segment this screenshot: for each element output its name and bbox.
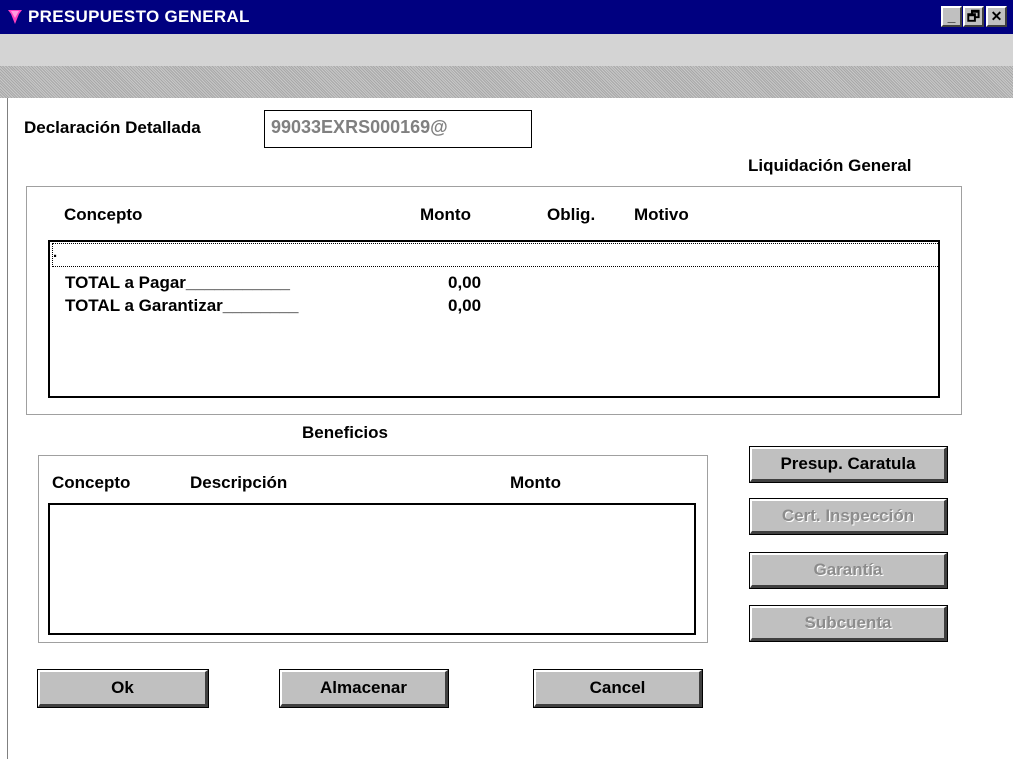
garantia-button[interactable]: Garantía (749, 552, 948, 589)
app-icon (8, 10, 22, 24)
window-title: PRESUPUESTO GENERAL (28, 7, 250, 26)
list-item-dot: . (53, 244, 58, 261)
declaracion-label: Declaración Detallada (24, 118, 201, 137)
beneficios-list[interactable] (48, 503, 696, 635)
cancel-button[interactable]: Cancel (533, 669, 703, 708)
subcuenta-button[interactable]: Subcuenta (749, 605, 948, 642)
ben-header-concepto: Concepto (52, 473, 131, 492)
close-button[interactable]: ✕ (986, 6, 1007, 27)
ben-header-monto: Monto (510, 473, 561, 492)
toolbar (0, 66, 1013, 98)
minimize-button[interactable]: _ (941, 6, 962, 27)
almacenar-button[interactable]: Almacenar (279, 669, 449, 708)
presup-caratula-button[interactable]: Presup. Caratula (749, 446, 948, 483)
ok-button[interactable]: Ok (37, 669, 209, 708)
ben-header-descripcion: Descripción (190, 473, 288, 492)
liquidacion-list[interactable]: . TOTAL a Pagar___________ 0,00 TOTAL a … (48, 240, 940, 398)
list-focus-row[interactable] (52, 243, 940, 267)
list-item-total-garantizar[interactable]: TOTAL a Garantizar________ (65, 296, 298, 316)
beneficios-title: Beneficios (302, 423, 388, 442)
list-item-total-garantizar-monto: 0,00 (448, 296, 482, 315)
list-item-total-pagar[interactable]: TOTAL a Pagar___________ (65, 273, 290, 293)
liq-header-oblig: Oblig. (547, 205, 596, 224)
list-item-total-pagar-monto: 0,00 (448, 273, 482, 292)
liq-header-concepto: Concepto (64, 205, 143, 224)
maximize-button[interactable]: 🗗 (963, 6, 984, 27)
liq-header-monto: Monto (420, 205, 471, 224)
liq-header-motivo: Motivo (634, 205, 689, 224)
window-left-border (7, 98, 8, 759)
liquidacion-title: Liquidación General (748, 156, 912, 175)
menu-bar (0, 34, 1013, 66)
cert-inspeccion-button[interactable]: Cert. Inspección (749, 498, 948, 535)
declaracion-field[interactable]: 99033EXRS000169@ (264, 110, 532, 148)
